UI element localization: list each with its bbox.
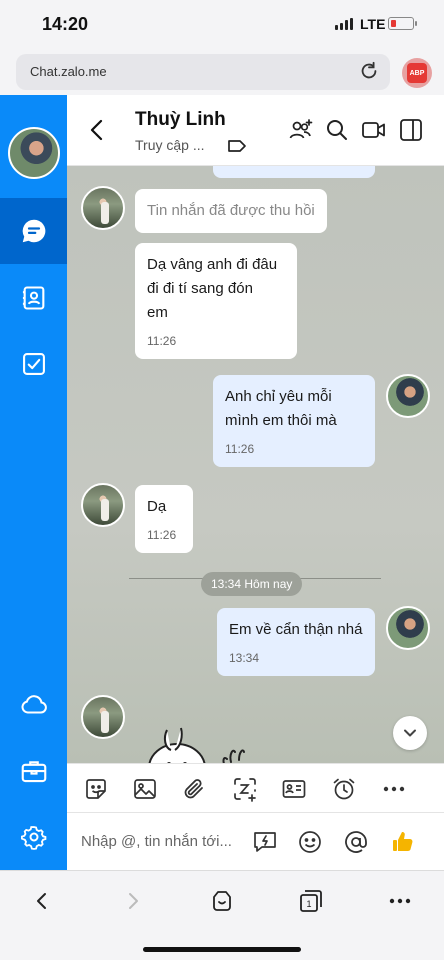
message-text-line: đi đi tí sang đón bbox=[147, 280, 253, 297]
chat-header: Thuỳ Linh Truy cập ... bbox=[67, 95, 444, 166]
back-icon[interactable] bbox=[87, 117, 107, 143]
sidebar-item-cloud[interactable] bbox=[0, 672, 67, 738]
adblock-button[interactable]: ABP bbox=[402, 58, 432, 88]
todo-icon bbox=[22, 353, 45, 375]
message-text-line: Dạ vâng anh đi đâu bbox=[147, 256, 278, 273]
contact-status: Truy cập ... bbox=[135, 137, 205, 153]
emoji-icon[interactable] bbox=[297, 829, 323, 855]
message-text: Dạ bbox=[147, 498, 167, 515]
forward-icon[interactable] bbox=[119, 887, 147, 915]
my-avatar[interactable] bbox=[386, 374, 430, 418]
url-text: Chat.zalo.me bbox=[30, 64, 107, 79]
message-input[interactable] bbox=[81, 829, 251, 853]
message-text: Tin nhắn đã được thu hồi bbox=[147, 202, 315, 219]
sidebar bbox=[0, 95, 67, 870]
network-label: LTE bbox=[360, 16, 386, 32]
signal-icon bbox=[335, 18, 353, 30]
back-icon[interactable] bbox=[28, 887, 56, 915]
message-bubble[interactable]: Dạ 11:26 bbox=[135, 485, 193, 553]
add-member-icon[interactable] bbox=[288, 117, 314, 143]
url-field[interactable]: Chat.zalo.me bbox=[16, 54, 390, 90]
scroll-down-button[interactable] bbox=[393, 716, 427, 750]
sidebar-item-todo[interactable] bbox=[0, 331, 67, 397]
quick-message-icon[interactable] bbox=[252, 829, 278, 855]
image-icon[interactable] bbox=[132, 776, 158, 802]
mention-icon[interactable] bbox=[343, 829, 369, 855]
chevron-down-icon bbox=[404, 729, 416, 737]
message-bubble-partial bbox=[213, 166, 375, 178]
message-bubble[interactable]: Dạ vâng anh đi đâu đi đi tí sang đón em … bbox=[135, 243, 297, 359]
contacts-icon bbox=[22, 286, 44, 310]
contact-avatar[interactable] bbox=[81, 186, 125, 230]
reload-icon[interactable] bbox=[358, 60, 380, 82]
home-indicator bbox=[143, 947, 301, 952]
browser-toolbar: 1 bbox=[0, 870, 444, 960]
reminder-icon[interactable] bbox=[331, 776, 357, 802]
more-icon[interactable] bbox=[386, 887, 414, 915]
share-icon[interactable] bbox=[208, 887, 236, 915]
tab-count: 1 bbox=[306, 899, 311, 909]
message-time: 13:34 bbox=[229, 651, 260, 665]
browser-url-bar: Chat.zalo.me ABP bbox=[0, 48, 444, 95]
cloud-icon bbox=[21, 695, 47, 714]
message-bubble-recalled[interactable]: Tin nhắn đã được thu hồi bbox=[135, 189, 327, 233]
contact-avatar[interactable] bbox=[81, 695, 125, 739]
message-time: 11:26 bbox=[147, 528, 177, 542]
message-time: 11:26 bbox=[225, 442, 255, 456]
adblock-icon: ABP bbox=[407, 63, 427, 83]
chat-icon bbox=[22, 219, 45, 243]
my-avatar[interactable] bbox=[386, 606, 430, 650]
toolbox-icon bbox=[21, 761, 46, 783]
sidebar-toggle-icon[interactable] bbox=[398, 117, 424, 143]
message-bubble-mine[interactable]: Em về cẩn thận nhá 13:34 bbox=[217, 608, 375, 676]
sidebar-item-settings[interactable] bbox=[0, 804, 67, 870]
message-text: Em về cẩn thận nhá bbox=[229, 621, 363, 638]
message-text-line: mình em thôi mà bbox=[225, 412, 337, 429]
status-bar: 14:20 LTE bbox=[0, 0, 444, 48]
composer bbox=[67, 813, 444, 870]
attachment-icon[interactable] bbox=[182, 776, 208, 802]
search-icon[interactable] bbox=[324, 117, 350, 143]
business-card-icon[interactable] bbox=[281, 776, 307, 802]
composer-toolbar bbox=[67, 763, 444, 813]
video-call-icon[interactable] bbox=[361, 117, 387, 143]
contact-avatar[interactable] bbox=[81, 483, 125, 527]
message-text-line: em bbox=[147, 304, 168, 321]
message-bubble-mine[interactable]: Anh chỉ yêu mỗi mình em thôi mà 11:26 bbox=[213, 375, 375, 467]
sticker-image[interactable] bbox=[145, 722, 255, 763]
contact-name[interactable]: Thuỳ Linh bbox=[135, 109, 226, 131]
message-text-line: Anh chỉ yêu mỗi bbox=[225, 388, 332, 405]
tabs-icon[interactable]: 1 bbox=[297, 887, 325, 915]
more-icon[interactable] bbox=[381, 776, 407, 802]
sidebar-item-messages[interactable] bbox=[0, 198, 67, 264]
tag-icon[interactable] bbox=[227, 137, 247, 155]
message-time: 11:26 bbox=[147, 334, 177, 348]
user-avatar[interactable] bbox=[8, 127, 60, 179]
message-list[interactable]: Tin nhắn đã được thu hồi Dạ vâng anh đi … bbox=[67, 166, 444, 763]
sidebar-item-toolbox[interactable] bbox=[0, 738, 67, 804]
screenshot-icon[interactable] bbox=[232, 776, 258, 802]
date-divider-label: 13:34 Hôm nay bbox=[201, 572, 303, 596]
status-time: 14:20 bbox=[42, 14, 89, 34]
battery-icon bbox=[388, 17, 417, 30]
like-icon[interactable] bbox=[390, 829, 416, 855]
sticker-icon[interactable] bbox=[83, 776, 109, 802]
settings-icon bbox=[20, 826, 46, 850]
sidebar-item-contacts[interactable] bbox=[0, 265, 67, 331]
